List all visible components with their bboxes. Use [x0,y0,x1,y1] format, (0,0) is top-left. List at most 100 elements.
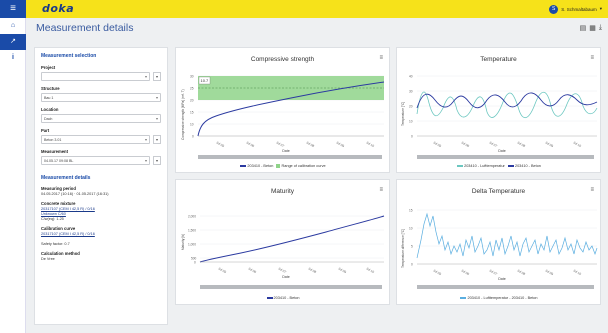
x-tick: Jul 07 [489,268,499,276]
y-axis-label: Maturity [h] [181,234,185,250]
x-tick: Jul 09 [545,140,555,148]
x-tick: Jul 10 [366,140,376,148]
x-tick: Jul 08 [517,140,527,148]
x-ticks: Jul 05 Jul 06 Jul 07 Jul 08 Jul 09 Jul 1… [433,268,583,276]
chevron-down-icon: ▾ [155,116,158,121]
calibration-link[interactable]: 20317107 (CEM I 42,5 R) / 0/16 [41,232,161,236]
legend-swatch [276,164,281,168]
chart-legend: 203410 - Beton Range of calibration curv… [176,164,389,168]
measurement-dropdown-button[interactable]: ▾ [153,156,161,165]
x-axis-label: Date [282,275,290,279]
y-tick: 30 [190,75,194,79]
method-value: De Vree [41,257,55,261]
x-tick: Jul 09 [338,266,348,274]
grid [417,209,597,247]
page-tools: ▤ ▦ ⤓ [580,24,602,32]
legend-item[interactable]: 203410 - Lufttemperatur [464,164,505,168]
y-tick: 20 [409,105,413,109]
compressive-strength-card: Compressive strength ≡ 10.7 30 25 20 15 … [175,47,390,173]
scroll-thumb[interactable] [417,155,594,159]
legend-swatch [457,165,464,167]
structure-select[interactable]: Bau 1 ▾ [41,93,161,102]
mixture-label: Concrete mixture [41,201,76,206]
y-tick: 15 [190,111,194,115]
legend-item[interactable]: Range of calibration curve [281,164,325,168]
user-name: S. Schmaltabaum [561,6,597,12]
user-menu[interactable]: S S. Schmaltabaum ▾ [549,3,602,15]
chart-scrollbar[interactable] [417,155,594,159]
measurement-selection-panel: Measurement selection Project ▾ ▾ Struct… [34,47,168,325]
top-bar: ≡ doka S S. Schmaltabaum ▾ [0,0,608,18]
y-ticks: 2,000 1,500 1,000 500 0 [188,215,197,265]
left-rail: ⌂ ↗ i [0,18,26,333]
project-select[interactable]: ▾ [41,72,150,81]
scroll-thumb[interactable] [417,285,594,289]
y-ticks: 40 30 20 10 0 [409,75,413,139]
y-axis-label: Temperature difference [°C] [401,229,405,268]
location-select[interactable]: Dach ▾ [41,114,161,123]
chart-scrollbar[interactable] [198,155,382,159]
x-tick: Jul 08 [306,140,316,148]
y-tick: 20 [190,99,194,103]
x-tick: Jul 06 [461,140,471,148]
x-tick: Jul 05 [218,266,228,274]
scroll-thumb[interactable] [198,155,382,159]
y-tick: 2,000 [188,215,196,219]
legend-item[interactable]: 203410 - Beton [247,164,273,168]
y-tick: 1,000 [188,243,196,247]
scroll-thumb[interactable] [200,285,382,289]
x-tick: Jul 10 [366,266,376,274]
chevron-down-icon: ▾ [144,74,147,79]
x-tick: Jul 07 [278,266,288,274]
legend-item[interactable]: 203410 - Lufttemperatur - 203410 - Beton [467,296,537,300]
y-tick: 1,500 [188,229,196,233]
mixture-link-2[interactable]: Unknown C/60 [41,212,161,216]
y-tick: 10 [409,227,413,231]
delta-temperature-card: Delta Temperature ≡ 15 10 5 0 Jul 05 Jul… [396,179,601,305]
chevron-down-icon: ▾ [144,137,147,142]
x-tick: Jul 10 [573,140,583,148]
y-tick: 40 [409,75,413,79]
period-label: Measuring period [41,186,76,191]
legend-item[interactable]: 203410 - Beton [515,164,541,168]
x-ticks: Jul 05 Jul 06 Jul 07 Jul 08 Jul 09 Jul 1… [216,140,376,148]
chart-scrollbar[interactable] [200,285,382,289]
y-axis-label: Compressive strength [MPa] (ref. T) [181,89,185,140]
chart-icon[interactable]: ↗ [0,34,26,50]
y-tick: 30 [409,90,413,94]
part-dropdown-button[interactable]: ▾ [153,135,161,144]
selection-title: Measurement selection [41,53,97,59]
y-tick: 10 [190,123,194,127]
legend-item[interactable]: 203410 - Beton [274,296,300,300]
x-ticks: Jul 05 Jul 06 Jul 07 Jul 08 Jul 09 Jul 1… [218,266,376,274]
y-tick: 0 [411,135,413,139]
info-icon[interactable]: i [0,50,26,66]
measurement-select[interactable]: 04.05.17 09:08 BL ▾ [41,156,150,165]
x-tick: Jul 08 [517,268,527,276]
y-tick: 25 [190,87,194,91]
doka-logo: doka [42,2,75,15]
project-dropdown-button[interactable]: ▾ [153,72,161,81]
home-icon[interactable]: ⌂ [0,18,26,34]
x-ticks: Jul 05 Jul 06 Jul 07 Jul 08 Jul 09 Jul 1… [433,140,583,148]
x-tick: Jul 09 [336,140,346,148]
series-line-beton [199,215,385,263]
measurement-label: Measurement [41,149,68,154]
download-icon[interactable]: ⤓ [599,24,602,32]
x-tick: Jul 06 [461,268,471,276]
part-label: Part [41,128,50,133]
mixture-link[interactable]: 20317107 (CEM I 42,5 R) / 0/16 [41,207,161,211]
legend-swatch [240,165,247,167]
part-select[interactable]: Beton 3.01 ▾ [41,135,150,144]
x-tick: Jul 08 [308,266,318,274]
chart-legend: 203410 - Lufttemperatur 203410 - Beton [397,164,600,168]
menu-icon[interactable]: ≡ [0,0,26,18]
band-label: 10.7 [201,78,210,83]
table-icon[interactable]: ▦ [589,24,596,32]
calibration-label: Calibration curve [41,226,76,231]
chart-scrollbar[interactable] [417,285,594,289]
pdf-icon[interactable]: ▤ [580,24,587,32]
y-axis-label: Temperature [°C] [401,102,405,126]
details-title: Measurement details [41,175,91,181]
legend-swatch [507,165,514,167]
